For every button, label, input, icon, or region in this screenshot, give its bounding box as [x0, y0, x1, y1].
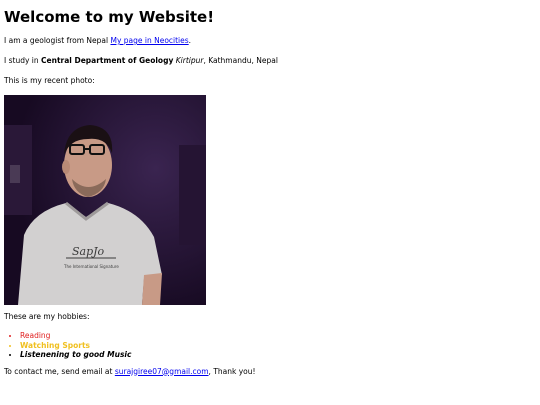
hobbies-list: Reading Watching Sports Listenening to g… [4, 331, 536, 360]
shirt-logo: SapJo [72, 245, 105, 258]
intro-paragraph: I am a geologist from Nepal My page in N… [4, 35, 536, 47]
email-link[interactable]: surajgiree07@gmail.com [115, 367, 209, 376]
page-body: Welcome to my Website! I am a geologist … [0, 0, 540, 378]
department-name: Central Department of Geology [41, 56, 174, 65]
hobby-reading: Reading [20, 331, 536, 341]
page-title: Welcome to my Website! [4, 8, 215, 26]
neocities-link[interactable]: My page in Neocities [110, 36, 188, 45]
profile-photo: SapJo The International Signature [4, 95, 206, 305]
hobbies-intro: These are my hobbies: [4, 312, 90, 321]
shirt-text: The International Signature [63, 264, 119, 269]
hobby-music: Listenening to good Music [20, 350, 536, 360]
hobby-watching-sports: Watching Sports [20, 341, 536, 351]
study-prefix: I study in [4, 56, 39, 65]
contact-prefix: To contact me, send email at [4, 366, 113, 376]
photo-caption: This is my recent photo: [4, 76, 95, 85]
intro-suffix: . [188, 36, 192, 45]
study-place: Kirtipur [175, 56, 204, 65]
intro-text: I am a geologist from Nepal [4, 36, 109, 45]
contact-paragraph: To contact me, send email at surajgiree0… [4, 366, 536, 378]
study-paragraph: I study in Central Department of Geology… [4, 55, 536, 67]
contact-suffix: , Thank you! [208, 366, 256, 376]
study-rest: , Kathmandu, Nepal [203, 56, 278, 65]
